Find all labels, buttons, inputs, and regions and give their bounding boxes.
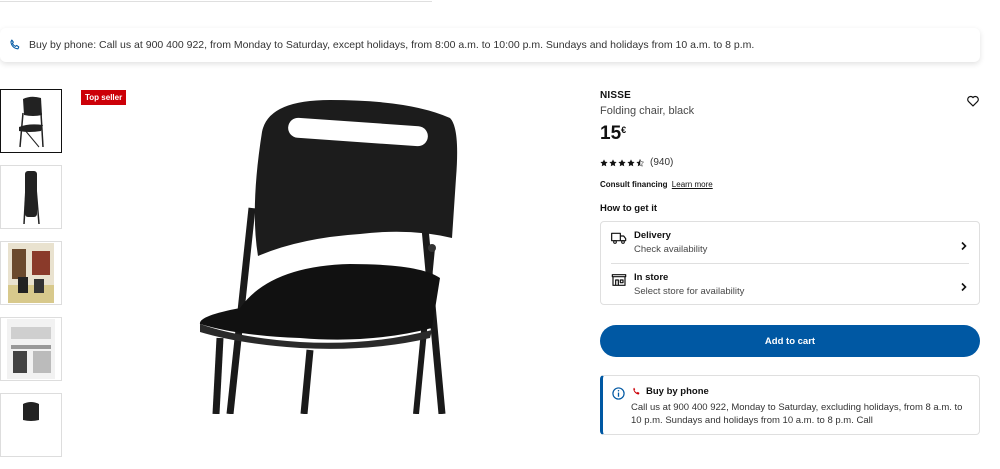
rating-stars [600,158,644,167]
top-divider [0,0,432,2]
half-star-icon [636,158,644,167]
chevron-right-icon [959,279,969,292]
in-store-option[interactable]: In store Select store for availability [611,263,969,304]
thumbnail-kitchen-scene[interactable] [0,317,62,381]
review-count: (940) [650,157,674,168]
product-description: Folding chair, black [600,105,695,117]
product-price: 15 € [600,123,980,145]
buy-by-phone-banner: Buy by phone: Call us at 900 400 922, fr… [0,28,980,62]
fulfilment-options: Delivery Check availability In store Sel… [600,221,980,305]
buy-by-phone-body: Call us at 900 400 922, Monday to Saturd… [631,402,963,426]
buy-by-phone-text: Buy by phone: Call us at 900 400 922, fr… [29,39,755,51]
product-info-panel: NISSE Folding chair, black 15 € (940) Con… [600,90,980,435]
rating-row[interactable]: (940) [600,157,980,168]
buy-by-phone-title: Buy by phone [646,386,709,397]
truck-icon [611,231,627,245]
star-icon [609,158,617,166]
buy-by-phone-title-row: Buy by phone [631,386,969,397]
info-icon [612,387,625,400]
delivery-title: Delivery [634,230,671,241]
store-icon [611,273,627,287]
phone-icon [631,386,642,397]
thumbnail-chair-front[interactable] [0,89,62,153]
in-store-subtitle: Select store for availability [634,285,745,297]
chevron-right-icon [959,238,969,250]
product-name[interactable]: NISSE [600,90,980,101]
how-to-get-it-heading: How to get it [600,203,657,214]
star-icon [618,158,626,166]
product-main-image[interactable] [180,88,490,415]
star-icon [627,158,635,166]
financing-label: Consult financing [600,180,668,189]
thumbnail-room-scene[interactable] [0,241,62,305]
financing-row: Consult financing Learn more [600,180,980,189]
financing-learn-more-link[interactable]: Learn more [672,180,713,189]
thumbnail-chair-folded[interactable] [0,165,62,229]
top-seller-badge: Top seller [81,90,127,105]
delivery-option[interactable]: Delivery Check availability [601,222,979,263]
phone-icon [8,38,22,52]
favorite-heart-icon[interactable] [966,94,980,108]
in-store-title: In store [634,271,669,283]
thumbnail-list [0,89,64,469]
delivery-subtitle: Check availability [634,244,708,255]
thumbnail-chair-detail[interactable] [0,393,62,457]
price-currency: € [621,125,627,135]
price-value: 15 [600,123,622,144]
buy-by-phone-box: Buy by phone Call us at 900 400 922, Mon… [600,375,980,435]
add-to-cart-button[interactable]: Add to cart [600,325,980,357]
star-icon [600,158,608,166]
